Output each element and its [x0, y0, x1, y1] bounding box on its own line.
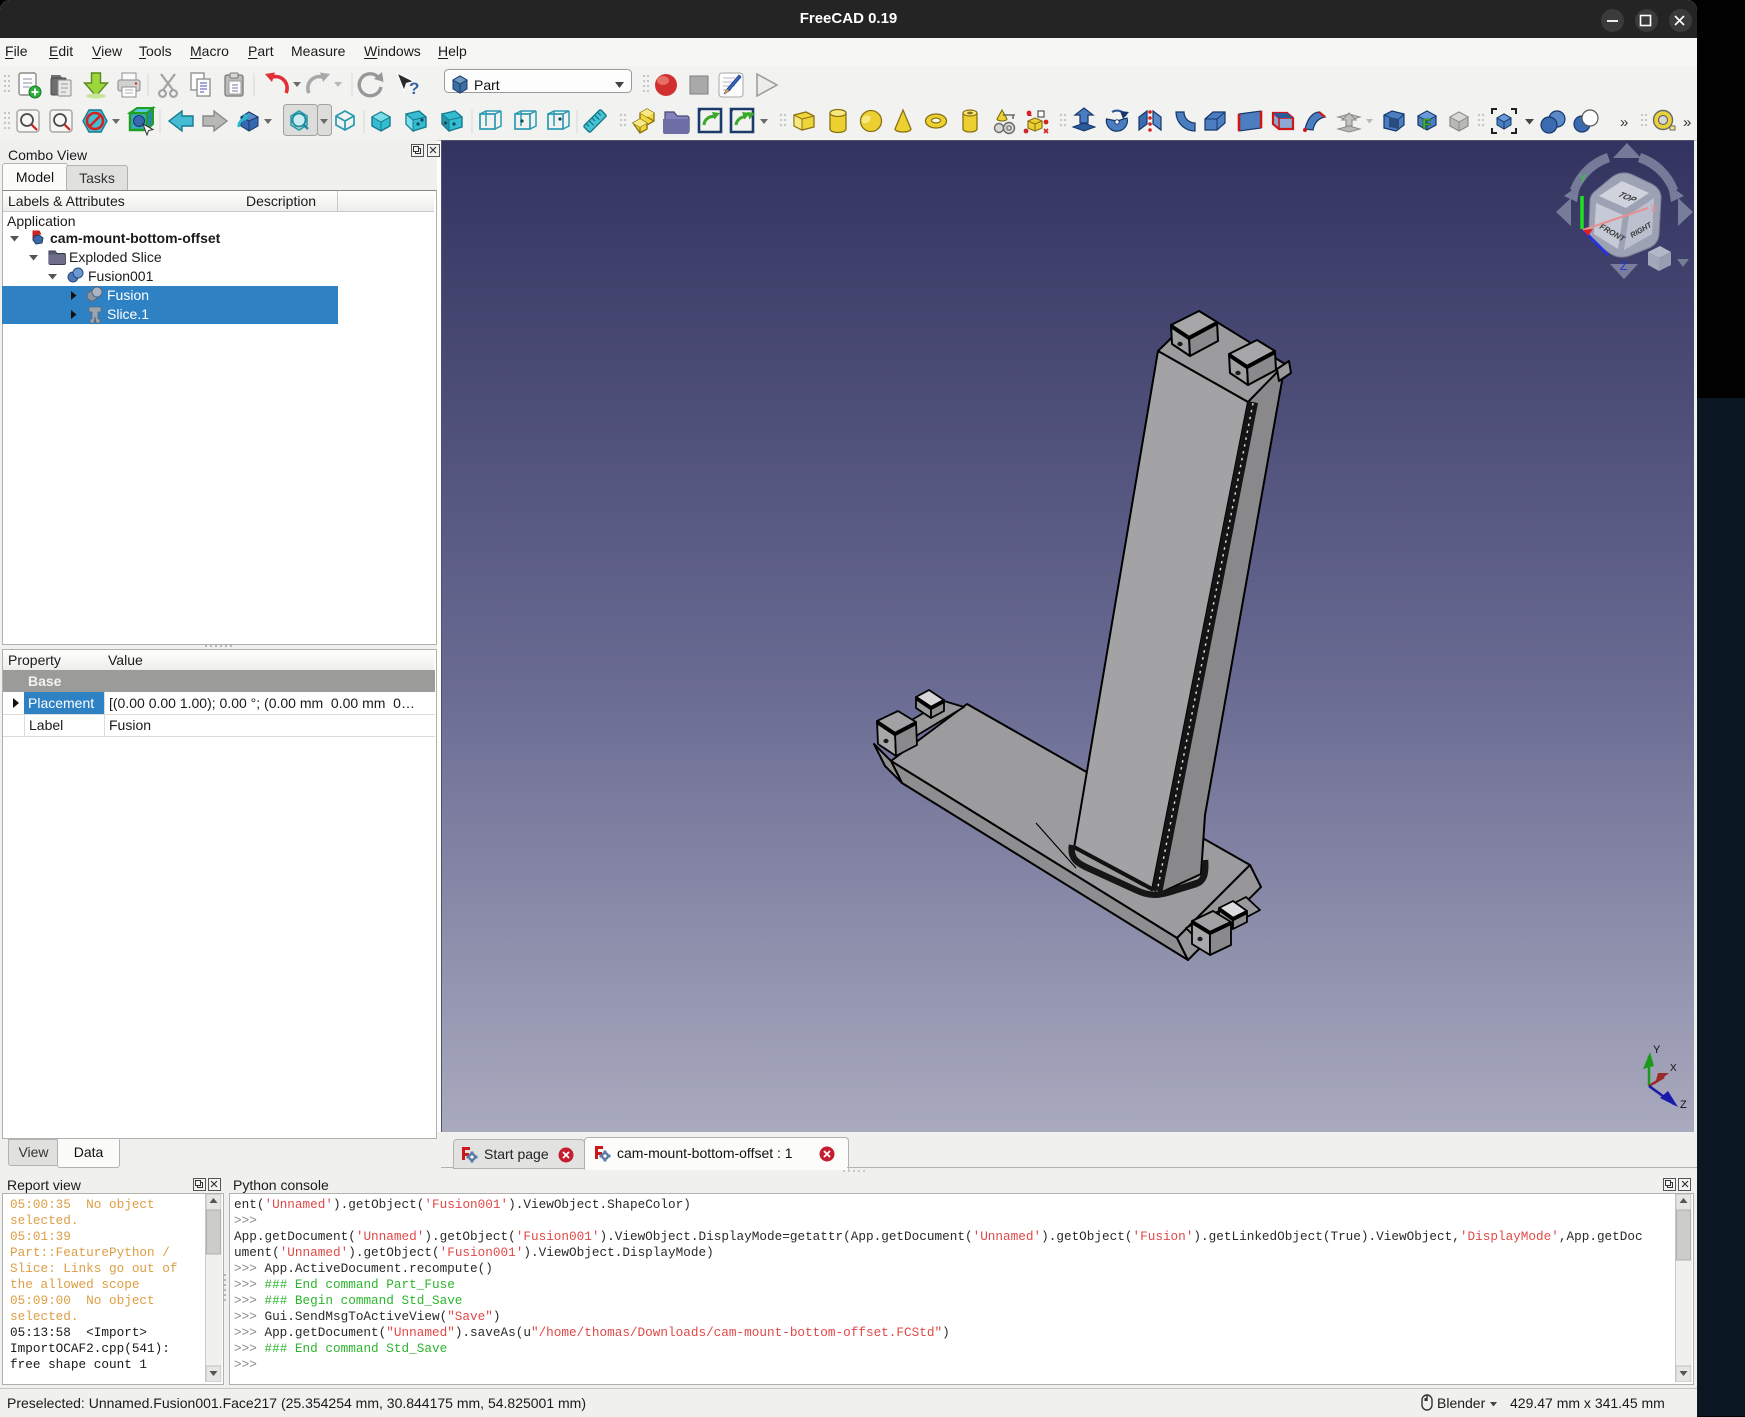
svg-text:Z: Z: [1680, 1099, 1687, 1111]
svg-text:Z: Z: [1620, 259, 1627, 273]
svg-text:Exploded Slice: Exploded Slice: [69, 249, 162, 265]
svg-text:?: ?: [409, 79, 419, 98]
svg-text:Y: Y: [1653, 1044, 1661, 1056]
svg-text:Slice.1: Slice.1: [107, 306, 149, 322]
svg-text:Y: Y: [1579, 173, 1587, 185]
svg-text:»: »: [1620, 114, 1628, 131]
svg-text:»: »: [1683, 114, 1691, 131]
svg-text:F: F: [1422, 116, 1431, 133]
svg-text:Part: Part: [474, 77, 500, 93]
svg-text:cam-mount-bottom-offset: cam-mount-bottom-offset: [50, 230, 221, 246]
svg-text:X: X: [1650, 203, 1658, 215]
svg-text:Fusion001: Fusion001: [88, 268, 154, 284]
svg-text:Fusion: Fusion: [107, 287, 149, 303]
svg-text:X: X: [1670, 1063, 1677, 1074]
